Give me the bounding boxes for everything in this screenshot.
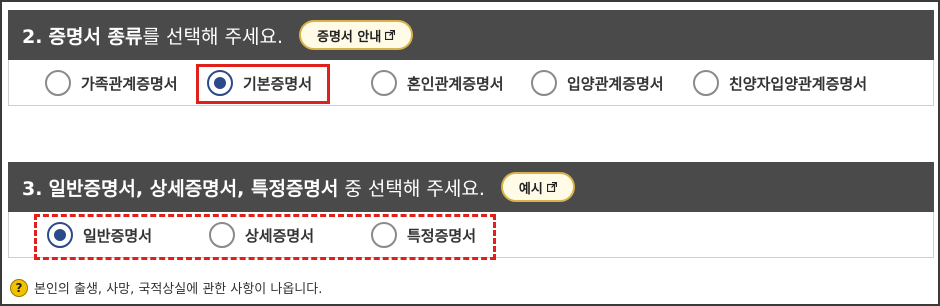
highlight-box-dashed bbox=[34, 214, 496, 260]
radio-family-relation[interactable] bbox=[45, 70, 71, 96]
radio-marriage-relation[interactable] bbox=[371, 70, 397, 96]
option-family-relation[interactable]: 가족관계증명서 bbox=[45, 60, 178, 106]
radio-full-adoption-relation[interactable] bbox=[693, 70, 719, 96]
option-label: 가족관계증명서 bbox=[81, 74, 178, 93]
section-2-title: 2. 증명서 종류를 선택해 주세요. bbox=[22, 25, 283, 48]
question-icon: ? bbox=[10, 278, 28, 297]
section-2-header: 2. 증명서 종류를 선택해 주세요. 증명서 안내 bbox=[8, 10, 934, 60]
option-label: 친양자입양관계증명서 bbox=[729, 74, 868, 93]
section-2-options: 가족관계증명서 기본증명서 혼인관계증명서 입양관계증명서 친양자입양관계증명서 bbox=[8, 60, 934, 106]
certificate-info-label: 증명서 안내 bbox=[317, 29, 382, 45]
example-label: 예시 bbox=[518, 181, 543, 197]
help-note: ? 본인의 출생, 사망, 국적상실에 관한 사항이 나옵니다. bbox=[10, 278, 322, 297]
help-note-text: 본인의 출생, 사망, 국적상실에 관한 사항이 나옵니다. bbox=[34, 282, 323, 297]
certificate-info-button[interactable]: 증명서 안내 bbox=[299, 20, 414, 50]
radio-adoption-relation[interactable] bbox=[531, 70, 557, 96]
option-full-adoption-relation[interactable]: 친양자입양관계증명서 bbox=[693, 60, 867, 106]
option-adoption-relation[interactable]: 입양관계증명서 bbox=[531, 60, 664, 106]
option-marriage-relation[interactable]: 혼인관계증명서 bbox=[371, 60, 504, 106]
external-link-icon bbox=[546, 182, 557, 192]
example-button[interactable]: 예시 bbox=[500, 172, 575, 202]
option-label: 혼인관계증명서 bbox=[407, 74, 504, 93]
highlight-box-solid bbox=[196, 64, 330, 104]
external-link-icon bbox=[385, 30, 396, 40]
section-3-header: 3. 일반증명서, 상세증명서, 특정증명서 중 선택해 주세요. 예시 bbox=[8, 162, 934, 212]
option-label: 입양관계증명서 bbox=[567, 74, 664, 93]
section-3-title: 3. 일반증명서, 상세증명서, 특정증명서 중 선택해 주세요. bbox=[22, 177, 485, 200]
page-frame: 2. 증명서 종류를 선택해 주세요. 증명서 안내 가족관계증명서 기본증명서… bbox=[0, 0, 940, 306]
